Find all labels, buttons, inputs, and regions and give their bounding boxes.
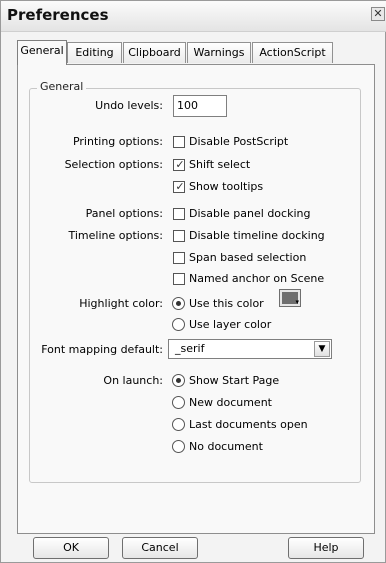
close-icon: ✕ <box>373 7 383 20</box>
title-bar[interactable]: Preferences ✕ <box>1 1 386 32</box>
shift-select-label: Shift select <box>189 158 251 171</box>
use-this-color-label: Use this color <box>189 297 264 310</box>
preferences-dialog: Preferences ✕ General Editing Clipboard … <box>0 0 386 563</box>
new-document-radio[interactable] <box>172 396 185 409</box>
checkmark-icon: ✓ <box>175 158 185 171</box>
highlight-color-label: Highlight color: <box>79 297 163 310</box>
tab-warnings[interactable]: Warnings <box>187 42 251 63</box>
highlight-color-swatch[interactable]: ▾ <box>279 289 301 307</box>
disable-timeline-docking-label: Disable timeline docking <box>189 229 325 242</box>
span-based-selection-label: Span based selection <box>189 251 307 264</box>
use-layer-color-label: Use layer color <box>189 318 272 331</box>
ok-button[interactable]: OK <box>33 537 109 559</box>
font-mapping-select[interactable]: _serif ▼ <box>168 339 332 359</box>
disable-timeline-docking-checkbox[interactable] <box>173 230 185 242</box>
disable-panel-docking-checkbox[interactable] <box>173 208 185 220</box>
disable-postscript-checkbox[interactable] <box>173 136 185 148</box>
new-document-label: New document <box>189 396 272 409</box>
last-documents-open-label: Last documents open <box>189 418 308 431</box>
named-anchor-checkbox[interactable] <box>173 273 185 285</box>
undo-levels-label: Undo levels: <box>95 99 163 112</box>
cancel-button[interactable]: Cancel <box>122 537 198 559</box>
radio-selected-dot <box>176 378 181 383</box>
chevron-down-icon[interactable]: ▼ <box>314 341 330 357</box>
radio-selected-dot <box>176 301 181 306</box>
printing-options-label: Printing options: <box>72 135 163 148</box>
tab-general[interactable]: General <box>17 40 67 65</box>
show-start-page-radio[interactable] <box>172 374 185 387</box>
tab-clipboard[interactable]: Clipboard <box>123 42 186 63</box>
panel-options-label: Panel options: <box>85 207 163 220</box>
font-mapping-value: _serif <box>175 342 205 355</box>
general-group-title: General <box>37 80 87 93</box>
no-document-label: No document <box>189 440 263 453</box>
named-anchor-label: Named anchor on Scene <box>189 272 325 285</box>
timeline-options-label: Timeline options: <box>68 229 164 242</box>
selection-options-label: Selection options: <box>64 158 163 171</box>
tab-editing[interactable]: Editing <box>67 42 122 63</box>
help-button[interactable]: Help <box>288 537 364 559</box>
on-launch-label: On launch: <box>103 374 163 387</box>
tab-actionscript[interactable]: ActionScript <box>252 42 333 63</box>
show-tooltips-checkbox[interactable]: ✓ <box>173 180 185 193</box>
disable-panel-docking-label: Disable panel docking <box>189 207 311 220</box>
shift-select-checkbox[interactable]: ✓ <box>173 158 185 171</box>
no-document-radio[interactable] <box>172 440 185 453</box>
show-tooltips-label: Show tooltips <box>189 180 264 193</box>
swatch-dropdown-icon: ▾ <box>295 298 299 306</box>
use-layer-color-radio[interactable] <box>172 318 185 331</box>
undo-levels-input[interactable]: 100 <box>173 95 227 117</box>
show-start-page-label: Show Start Page <box>189 374 280 387</box>
disable-postscript-label: Disable PostScript <box>189 135 289 148</box>
font-mapping-label: Font mapping default: <box>41 343 163 356</box>
close-button[interactable]: ✕ <box>371 7 385 21</box>
use-this-color-radio[interactable] <box>172 297 185 310</box>
last-documents-open-radio[interactable] <box>172 418 185 431</box>
checkmark-icon: ✓ <box>175 180 185 193</box>
span-based-selection-checkbox[interactable] <box>173 252 185 264</box>
dialog-title: Preferences <box>7 6 109 24</box>
